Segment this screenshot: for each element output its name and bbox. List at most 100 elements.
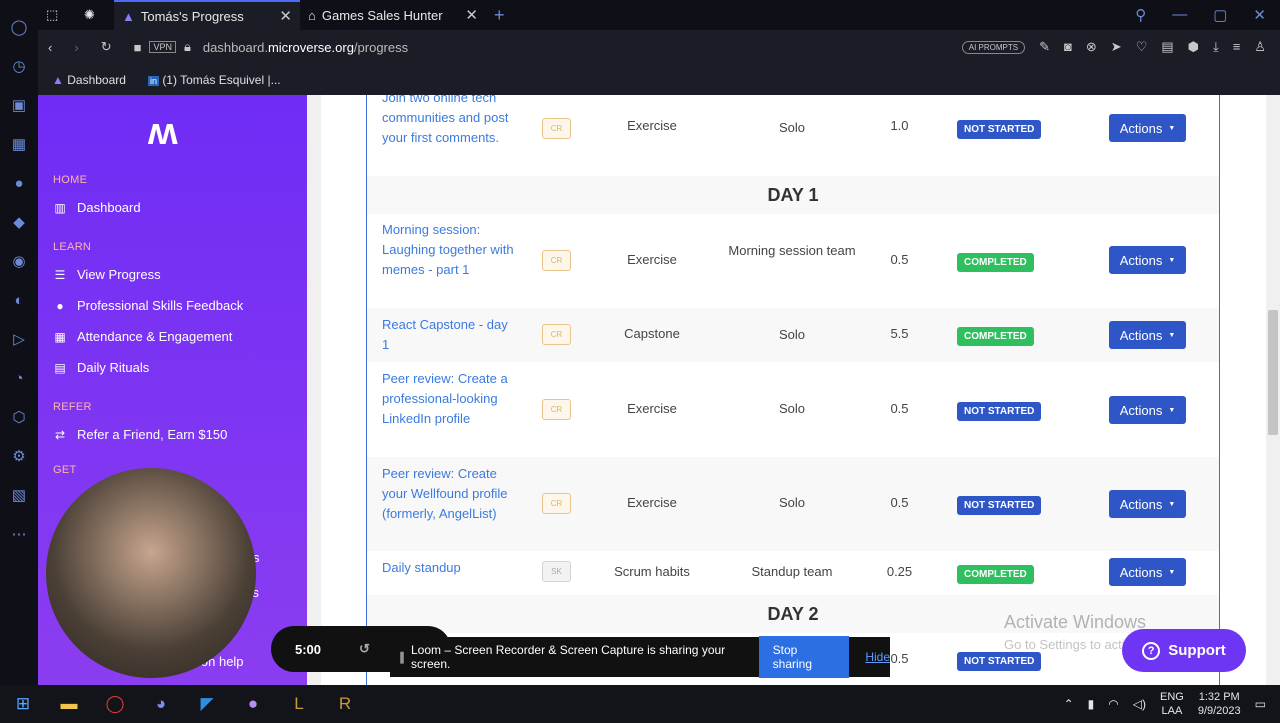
day-header-row: DAY 1: [367, 176, 1219, 214]
camera-icon[interactable]: ■: [134, 40, 142, 55]
back-icon[interactable]: ‹: [48, 40, 52, 55]
actions-button[interactable]: Actions ▼: [1109, 396, 1186, 424]
reload-icon[interactable]: ↻: [101, 39, 112, 55]
windows-taskbar: ⊞ ▬ ◯ ◕ ◤ ● L R ⌃ ▮ ◠ ◁) ENG LAA 1:32 PM 9…: [0, 685, 1280, 723]
language-indicator[interactable]: ENG LAA: [1160, 690, 1184, 718]
profile-icon[interactable]: ♙: [1254, 39, 1266, 55]
support-button[interactable]: ? Support: [1122, 629, 1246, 672]
discord-icon[interactable]: ◕: [138, 694, 184, 714]
chat-icon[interactable]: ◆: [9, 213, 29, 233]
task-title-link[interactable]: Daily standup: [382, 558, 517, 578]
actions-button[interactable]: Actions ▼: [1109, 114, 1186, 142]
tab-tomas-progress[interactable]: ▲ Tomás's Progress ✕: [114, 0, 300, 30]
actions-button[interactable]: Actions ▼: [1109, 246, 1186, 274]
stop-sharing-button[interactable]: Stop sharing: [758, 636, 850, 678]
workspaces-icon[interactable]: ⬚: [38, 0, 76, 30]
task-points: 0.25: [886, 564, 913, 579]
task-title-link[interactable]: Peer review: Create your Wellfound profi…: [382, 464, 517, 524]
file-explorer-icon[interactable]: ▬: [46, 694, 92, 714]
notifications-icon[interactable]: ▭: [1255, 697, 1266, 711]
actions-label: Actions: [1119, 120, 1163, 136]
whatsapp-icon[interactable]: ◉: [9, 252, 29, 272]
actions-label: Actions: [1119, 496, 1163, 512]
sidebar-item-dashboard[interactable]: ▥ Dashboard: [38, 192, 307, 223]
category-badge: CR: [542, 324, 571, 345]
scrollbar-thumb[interactable]: [1268, 310, 1278, 435]
heart-icon[interactable]: ♡: [1136, 39, 1148, 55]
page-scrollbar[interactable]: [1266, 95, 1280, 685]
cube-icon[interactable]: ⬡: [9, 408, 29, 428]
bookmark-dashboard[interactable]: ▲ Dashboard: [52, 73, 126, 87]
sidebar-item-attendance[interactable]: ▦ Attendance & Engagement: [38, 321, 307, 352]
sidebar-item-skills-feedback[interactable]: ● Professional Skills Feedback: [38, 290, 307, 321]
task-title-link[interactable]: Join two online tech communities and pos…: [382, 95, 517, 148]
close-window-icon[interactable]: ✕: [1253, 6, 1266, 24]
ai-prompts-button[interactable]: AI PROMPTS: [961, 40, 1026, 54]
new-tab-button[interactable]: +: [486, 0, 513, 30]
opera-icon[interactable]: ◯: [92, 694, 138, 714]
windows-start-icon[interactable]: ⊞: [0, 694, 46, 714]
history-icon[interactable]: ◔: [9, 369, 29, 389]
extensions-icon[interactable]: ⬢: [1188, 39, 1199, 55]
actions-button[interactable]: Actions ▼: [1109, 321, 1186, 349]
github-icon[interactable]: ●: [230, 694, 276, 714]
columns-icon: ▥: [54, 200, 66, 215]
wifi-icon[interactable]: ◠: [1108, 697, 1118, 711]
task-title-link[interactable]: Peer review: Create a professional-looki…: [382, 369, 517, 429]
download-icon[interactable]: ⤓: [1213, 39, 1219, 55]
activate-windows-watermark: Activate Windows: [1004, 612, 1147, 632]
actions-button[interactable]: Actions ▼: [1109, 490, 1186, 518]
task-team: Standup team: [751, 564, 833, 579]
hide-link[interactable]: Hide: [865, 650, 890, 664]
vpn-badge[interactable]: VPN: [149, 41, 176, 53]
task-title-link[interactable]: Morning session: Laughing together with …: [382, 220, 517, 280]
tab-favicon-icon[interactable]: ✺: [76, 0, 114, 30]
bag-icon[interactable]: ▣: [9, 96, 29, 116]
messenger-icon[interactable]: ●: [9, 174, 29, 194]
maximize-icon[interactable]: ▢: [1213, 6, 1227, 24]
restart-icon[interactable]: ↺: [359, 641, 370, 657]
image-icon[interactable]: ▧: [9, 486, 29, 506]
actions-button[interactable]: Actions ▼: [1109, 558, 1186, 586]
task-title-link[interactable]: React Capstone - day 1: [382, 315, 517, 355]
snapshot-icon[interactable]: ◙: [1064, 39, 1072, 55]
twitter-icon[interactable]: ◐: [9, 291, 29, 311]
forward-icon[interactable]: ›: [74, 40, 78, 55]
address-bar: ‹ › ↻ ■ VPN 🔒︎ dashboard.microverse.org/…: [38, 30, 1280, 64]
tab-games-sales-hunter[interactable]: ⌂ Games Sales Hunter ✕: [300, 0, 486, 30]
clock[interactable]: 1:32 PM 9/9/2023: [1198, 690, 1241, 718]
close-icon[interactable]: ✕: [279, 7, 292, 25]
edit-icon[interactable]: ✎: [1039, 39, 1050, 55]
more-icon[interactable]: ⋯: [9, 525, 29, 545]
category-badge: CR: [542, 399, 571, 420]
sidebar-item-daily-rituals[interactable]: ▤ Daily Rituals: [38, 352, 307, 383]
gamepad-icon[interactable]: ▦: [9, 135, 29, 155]
settings-icon[interactable]: ⚙: [9, 447, 29, 467]
close-icon[interactable]: ✕: [465, 6, 478, 24]
sidebar-item-refer-friend[interactable]: ⇄ Refer a Friend, Earn $150: [38, 419, 307, 450]
bookmark-linkedin[interactable]: in (1) Tomás Esquivel |...: [147, 73, 281, 87]
volume-icon[interactable]: ◁): [1133, 697, 1146, 711]
minimize-icon[interactable]: —: [1172, 6, 1187, 24]
wallet-icon[interactable]: ▤: [1161, 39, 1173, 55]
send-icon[interactable]: ➤: [1111, 39, 1122, 55]
webcam-bubble[interactable]: [46, 468, 256, 678]
opera-logo-icon[interactable]: ◯: [9, 18, 29, 38]
caret-down-icon: ▼: [1168, 331, 1176, 339]
speed-dial-icon[interactable]: ◷: [9, 57, 29, 77]
sidebar-item-view-progress[interactable]: ☰ View Progress: [38, 259, 307, 290]
player-icon[interactable]: ▷: [9, 330, 29, 350]
tray-chevron-icon[interactable]: ⌃: [1064, 697, 1074, 711]
caret-down-icon: ▼: [1168, 124, 1176, 132]
app-r-icon[interactable]: R: [322, 694, 368, 714]
sidebar-scrollbar[interactable]: [307, 95, 321, 685]
menu-icon[interactable]: ≡: [1233, 39, 1241, 55]
search-icon[interactable]: ⚲: [1135, 6, 1146, 24]
block-icon[interactable]: ⊗: [1086, 39, 1097, 55]
app-l-icon[interactable]: L: [276, 694, 322, 714]
url-field[interactable]: dashboard.microverse.org/progress: [203, 40, 408, 55]
vscode-icon[interactable]: ◤: [184, 694, 230, 714]
clock-date: 9/9/2023: [1197, 705, 1241, 717]
mic-icon[interactable]: ▮: [1088, 697, 1095, 711]
status-badge: COMPLETED: [957, 327, 1034, 346]
